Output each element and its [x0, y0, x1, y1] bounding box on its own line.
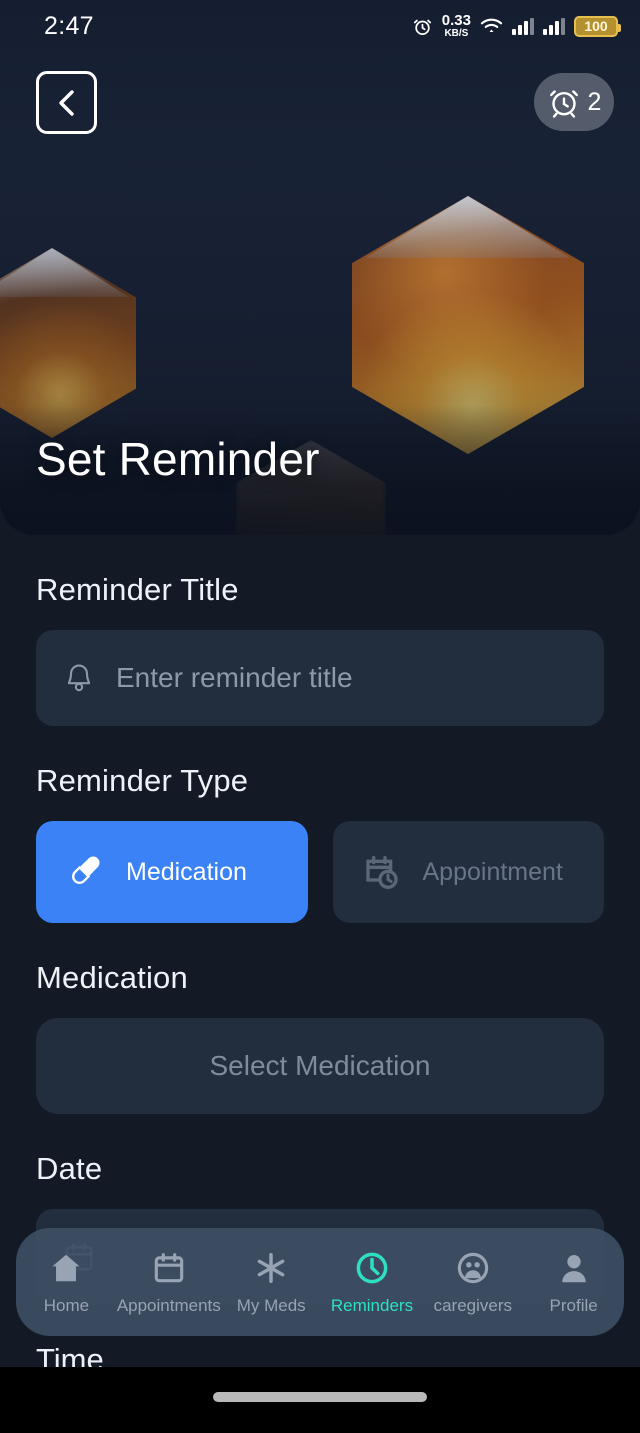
nav-label-caregivers: caregivers	[433, 1295, 512, 1315]
nav-label-profile: Profile	[549, 1295, 598, 1315]
network-speed-unit: KB/S	[444, 28, 469, 39]
reminder-title-input[interactable]: Enter reminder title	[36, 630, 604, 726]
alarm-clock-icon	[413, 19, 431, 35]
alarm-count-badge[interactable]: 2	[534, 73, 614, 131]
status-bar-time: 2:47	[44, 11, 94, 40]
medication-select[interactable]: Select Medication	[36, 1018, 604, 1114]
page-title: Set Reminder	[36, 433, 320, 485]
battery-level-text: 100	[584, 18, 608, 34]
cellular-signal-icon	[543, 17, 565, 35]
network-speed-value: 0.33	[441, 12, 471, 29]
back-button[interactable]	[36, 71, 97, 134]
date-label: Date	[36, 1151, 103, 1186]
reminder-title-placeholder: Enter reminder title	[116, 662, 353, 693]
reminder-title-label: Reminder Title	[36, 572, 239, 607]
nav-item-my-meds[interactable]: My Meds	[221, 1249, 322, 1316]
nav-item-appointments[interactable]: Appointments	[117, 1249, 221, 1316]
home-indicator[interactable]	[213, 1392, 427, 1402]
calendar-clock-icon	[365, 856, 398, 889]
reminder-type-medication[interactable]: Medication	[36, 821, 308, 923]
reminder-type-medication-label: Medication	[126, 857, 247, 886]
nav-label-my-meds: My Meds	[236, 1295, 306, 1315]
nav-label-reminders: Reminders	[330, 1295, 414, 1315]
status-bar: 2:47 0.33 KB/S 100	[0, 0, 640, 52]
cellular-signal-icon	[512, 17, 534, 35]
bottom-navigation-bar: Home Appointments My Meds Reminders care…	[16, 1228, 624, 1336]
home-icon	[52, 1254, 81, 1281]
app-screen: 2:47 0.33 KB/S 100 2 Set Reminder Remind…	[0, 0, 640, 1433]
reminder-type-appointment[interactable]: Appointment	[332, 821, 604, 923]
people-icon	[457, 1252, 488, 1283]
alarm-clock-icon	[549, 90, 578, 118]
chevron-left-icon	[58, 89, 74, 116]
reminder-type-label: Reminder Type	[36, 763, 249, 798]
nav-item-profile[interactable]: Profile	[523, 1249, 624, 1316]
alarm-count-text: 2	[587, 87, 602, 116]
asterisk-medical-icon	[257, 1252, 285, 1283]
person-icon	[561, 1254, 586, 1282]
nav-label-home: Home	[43, 1295, 90, 1315]
nav-item-reminders[interactable]: Reminders	[322, 1249, 423, 1316]
medication-label: Medication	[36, 960, 188, 995]
clock-icon	[356, 1252, 388, 1283]
nav-item-home[interactable]: Home	[16, 1249, 117, 1316]
reminder-type-appointment-label: Appointment	[422, 857, 563, 886]
wifi-icon	[480, 18, 503, 32]
pill-icon	[72, 856, 100, 884]
calendar-icon	[154, 1252, 184, 1282]
network-speed: 0.33 KB/S	[442, 13, 471, 39]
status-bar-icons: 0.33 KB/S 100	[412, 13, 621, 39]
medication-select-placeholder: Select Medication	[209, 1050, 431, 1081]
battery-indicator: 100	[574, 15, 621, 37]
reminder-type-options: Medication Appointment	[0, 821, 640, 923]
nav-label-appointments: Appointments	[116, 1295, 221, 1315]
nav-item-caregivers[interactable]: caregivers	[422, 1249, 523, 1316]
bell-icon	[67, 664, 91, 692]
